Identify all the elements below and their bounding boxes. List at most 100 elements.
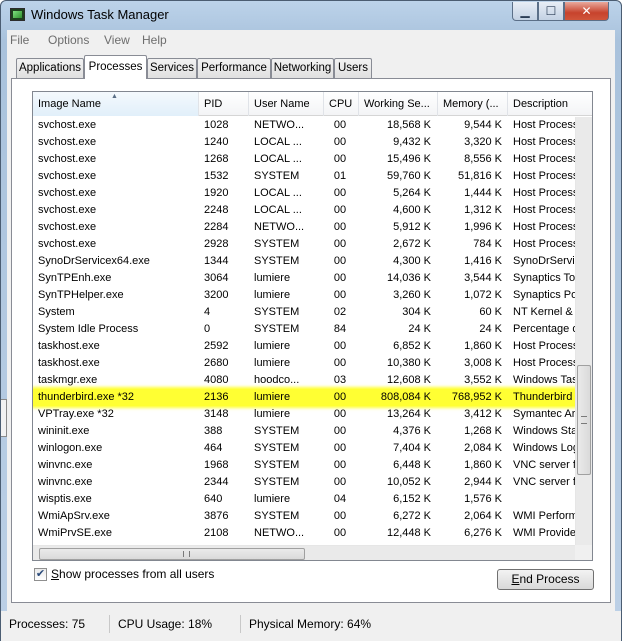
table-row[interactable]: System Idle Process 0 SYSTEM 84 24 K 24 K Perc… [33, 321, 578, 338]
scroll-corner [575, 545, 592, 560]
table-row[interactable]: System 4 SYSTEM 02 304 K 60 K NT Kernel & [33, 304, 578, 321]
status-processes: Processes: 75 [5, 615, 110, 633]
cell-pid: 1532 [204, 170, 229, 182]
cell-memory: 1,860 K [464, 459, 502, 471]
cell-pid: 4080 [204, 374, 229, 386]
table-row[interactable]: SynTPHelper.exe 3200 lumiere 00 3,260 K 1,072… [33, 287, 578, 304]
menu-help[interactable]: Help [142, 33, 167, 47]
table-row[interactable]: WmiPrvSE.exe 2108 NETWO... 00 12,448 K 6,276 … [33, 525, 578, 542]
cell-memory: 1,072 K [464, 289, 502, 301]
cell-cpu: 00 [333, 272, 347, 284]
table-row[interactable]: svchost.exe 2928 SYSTEM 00 2,672 K 784 K Host … [33, 236, 578, 253]
cell-cpu: 00 [333, 187, 347, 199]
table-row[interactable]: wisptis.exe 640 lumiere 04 6,152 K 1,576 K [33, 491, 578, 508]
process-rows: svchost.exe 1028 NETWO... 00 18,568 K 9,544 K… [33, 117, 578, 542]
menu-view[interactable]: View [104, 33, 130, 47]
cell-working-set: 14,036 K [386, 272, 431, 284]
show-all-users-checkbox[interactable]: ✔ [34, 568, 47, 581]
cell-cpu: 00 [333, 476, 347, 488]
column-pid[interactable]: PID [199, 92, 249, 116]
table-row[interactable]: svchost.exe 1532 SYSTEM 01 59,760 K 51,816 K H… [33, 168, 578, 185]
menu-bar: File Options View Help [7, 30, 615, 51]
cell-working-set: 304 K [402, 306, 431, 318]
show-all-users-label[interactable]: Show processes from all users [51, 567, 214, 581]
horizontal-scrollbar[interactable] [33, 545, 575, 560]
tab-processes[interactable]: Processes [84, 55, 147, 79]
cell-description: Windows Log [513, 442, 575, 454]
tab-applications[interactable]: Applications [16, 58, 84, 78]
cell-working-set: 5,264 K [393, 187, 431, 199]
cell-working-set: 24 K [408, 323, 431, 335]
table-row[interactable]: SynTPEnh.exe 3064 lumiere 00 14,036 K 3,544 K… [33, 270, 578, 287]
cell-memory: 3,412 K [464, 408, 502, 420]
menu-options[interactable]: Options [48, 33, 89, 47]
column-memory[interactable]: Memory (... [438, 92, 508, 116]
cell-working-set: 4,300 K [393, 255, 431, 267]
cell-working-set: 15,496 K [386, 153, 431, 165]
process-list[interactable]: ▲ Image Name PID User Name CPU Working S… [32, 91, 593, 561]
tab-networking[interactable]: Networking [271, 58, 334, 78]
table-row[interactable]: taskhost.exe 2680 lumiere 00 10,380 K 3,008 K… [33, 355, 578, 372]
title-bar[interactable]: Windows Task Manager ▁ ☐ ✕ [1, 1, 621, 29]
column-user-name[interactable]: User Name [249, 92, 324, 116]
table-row[interactable]: winvnc.exe 2344 SYSTEM 00 10,052 K 2,944 K VNC… [33, 474, 578, 491]
tab-services[interactable]: Services [147, 58, 197, 78]
table-row[interactable]: svchost.exe 1268 LOCAL ... 00 15,496 K 8,556 … [33, 151, 578, 168]
column-cpu[interactable]: CPU [324, 92, 359, 116]
cell-working-set: 6,152 K [393, 493, 431, 505]
cell-memory: 3,544 K [464, 272, 502, 284]
close-button[interactable]: ✕ [564, 2, 609, 21]
window-title: Windows Task Manager [31, 7, 169, 22]
tab-performance[interactable]: Performance [197, 58, 271, 78]
cell-memory: 768,952 K [451, 391, 502, 403]
cell-pid: 1920 [204, 187, 229, 199]
cell-user-name: lumiere [254, 408, 291, 420]
cell-image-name: svchost.exe [38, 119, 97, 131]
side-handle [1, 399, 7, 437]
menu-file[interactable]: File [10, 33, 29, 47]
cell-user-name: LOCAL ... [254, 204, 302, 216]
cell-image-name: taskhost.exe [38, 340, 100, 352]
table-row[interactable]: winvnc.exe 1968 SYSTEM 00 6,448 K 1,860 K VNC … [33, 457, 578, 474]
table-row[interactable]: taskhost.exe 2592 lumiere 00 6,852 K 1,860 K H… [33, 338, 578, 355]
table-row[interactable]: wininit.exe 388 SYSTEM 00 4,376 K 1,268 K Wind… [33, 423, 578, 440]
table-row[interactable]: thunderbird.exe *32 2136 lumiere 00 808,084 … [33, 389, 578, 406]
table-row[interactable]: svchost.exe 1028 NETWO... 00 18,568 K 9,544 K… [33, 117, 578, 134]
table-row[interactable]: WmiApSrv.exe 3876 SYSTEM 00 6,272 K 2,064 K WM… [33, 508, 578, 525]
table-row[interactable]: SynoDrServicex64.exe 1344 SYSTEM 00 4,300 K 1… [33, 253, 578, 270]
table-row[interactable]: winlogon.exe 464 SYSTEM 00 7,404 K 2,084 K Win… [33, 440, 578, 457]
cell-user-name: SYSTEM [254, 323, 300, 335]
cell-description: Synaptics To [513, 272, 575, 284]
table-row[interactable]: svchost.exe 1240 LOCAL ... 00 9,432 K 3,320 K… [33, 134, 578, 151]
table-row[interactable]: svchost.exe 2284 NETWO... 00 5,912 K 1,996 K H… [33, 219, 578, 236]
column-working-set[interactable]: Working Se... [359, 92, 438, 116]
horizontal-scroll-thumb[interactable] [39, 548, 305, 560]
grip-icon [581, 416, 587, 424]
cell-memory: 1,860 K [464, 340, 502, 352]
cell-pid: 3148 [204, 408, 229, 420]
column-image-name[interactable]: ▲ Image Name [33, 92, 199, 116]
table-row[interactable]: svchost.exe 1920 LOCAL ... 00 5,264 K 1,444 K… [33, 185, 578, 202]
vertical-scrollbar[interactable] [575, 117, 592, 545]
column-description[interactable]: Description [508, 92, 592, 116]
tab-users[interactable]: Users [334, 58, 372, 78]
cell-cpu: 00 [333, 357, 347, 369]
cell-image-name: SynTPHelper.exe [38, 289, 124, 301]
cell-image-name: svchost.exe [38, 153, 97, 165]
cell-memory: 2,944 K [464, 476, 502, 488]
cell-memory: 3,008 K [464, 357, 502, 369]
vertical-scroll-thumb[interactable] [577, 365, 591, 475]
table-row[interactable]: taskmgr.exe 4080 hoodco... 03 12,608 K 3,552 … [33, 372, 578, 389]
cell-user-name: SYSTEM [254, 255, 300, 267]
end-process-button[interactable]: End Process [497, 569, 594, 590]
cell-pid: 2344 [204, 476, 229, 488]
cell-working-set: 9,432 K [393, 136, 431, 148]
cell-cpu: 03 [333, 374, 347, 386]
maximize-button[interactable]: ☐ [538, 2, 564, 21]
table-row[interactable]: VPTray.exe *32 3148 lumiere 00 13,264 K 3,412… [33, 406, 578, 423]
cell-user-name: lumiere [254, 340, 291, 352]
minimize-button[interactable]: ▁ [512, 2, 538, 21]
cell-description: WMI Perform [513, 510, 575, 522]
cell-description: Host Process [513, 187, 575, 199]
table-row[interactable]: svchost.exe 2248 LOCAL ... 00 4,600 K 1,312 K… [33, 202, 578, 219]
